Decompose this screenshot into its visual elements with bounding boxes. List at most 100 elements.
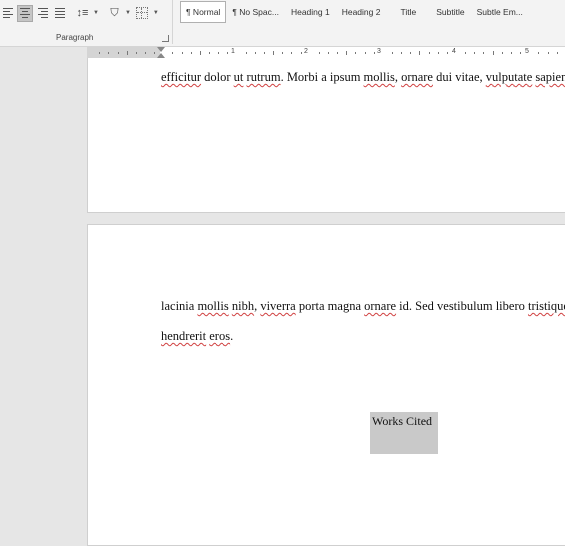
ruler-tick [556,52,558,54]
dialog-launcher-icon[interactable] [162,35,169,42]
ruler-number-4: 4 [452,48,456,55]
ruler-number-1: 1 [231,48,235,55]
ruler-tick [172,52,174,54]
ruler-tick [181,52,183,54]
ribbon: ↕≡ ▼ ⛉ ▼ ▼ Paragraph ¶ Normal ¶ No Spac.… [0,0,565,47]
ruler-tick [199,51,201,55]
align-center-icon [20,8,30,18]
borders-button[interactable] [135,5,150,21]
ruler-tick [465,52,467,54]
ruler-tick [373,52,375,54]
text-run: efficitur [161,70,202,84]
style-no-spacing[interactable]: ¶ No Spac... [226,1,285,23]
ruler-left-margin [87,47,160,58]
text-run: dolor [201,70,234,84]
ruler-tick [355,52,357,54]
line-spacing-dropdown-icon[interactable]: ▼ [93,10,99,16]
text-run: ornare [364,299,397,313]
ruler-tick [99,52,101,54]
ruler-tick [364,52,366,54]
page1-text-line-1: efficitur dolor ut rutrum. Morbi a ipsum… [161,70,565,85]
ruler-tick [273,51,274,55]
ruler-tick [209,52,210,54]
align-right-button[interactable] [35,5,50,21]
document-page-2[interactable]: lacinia mollis nibh, viverra porta magna… [87,224,565,546]
ruler-tick [154,52,155,54]
align-left-icon [2,8,13,18]
ruler-tick [144,52,146,54]
ruler-tick [501,52,503,54]
style-heading-1[interactable]: Heading 1 [285,1,336,23]
shading-button[interactable]: ⛉ [107,5,122,21]
line-spacing-button[interactable]: ↕≡ [75,5,90,21]
text-run: rutrum [246,70,281,84]
paragraph-toolbar: ↕≡ ▼ ⛉ ▼ ▼ [0,3,163,23]
ruler-tick [291,52,293,54]
align-left-button[interactable] [0,5,15,21]
ruler-tick [282,52,284,54]
style-subtle-emphasis[interactable]: Subtle Em... [471,1,529,23]
ruler-tick [218,52,220,54]
ruler-tick [547,52,549,54]
shading-dropdown-icon[interactable]: ▼ [125,10,131,16]
first-line-indent-marker[interactable] [157,47,165,52]
text-run: lacinia [161,299,198,313]
ruler-tick [327,52,329,54]
ruler-tick [108,52,110,54]
ruler-tick [483,52,485,54]
text-run: vulputate [485,70,533,84]
align-center-button[interactable] [17,4,33,22]
text-run: id. Sed vestibulum libero [396,299,528,313]
borders-dropdown-icon[interactable]: ▼ [153,10,159,16]
text-run: porta magna [295,299,365,313]
ruler-tick [510,52,512,54]
ruler-tick [126,51,128,55]
styles-gallery: ¶ Normal ¶ No Spac... Heading 1 Heading … [180,0,529,24]
style-title[interactable]: Title [386,1,430,23]
works-cited-heading[interactable]: Works Cited [370,412,438,454]
ruler-tick [520,52,522,54]
ruler-tick [401,52,403,54]
ruler-tick [135,52,137,54]
ruler-tick [428,52,430,54]
ruler-tick [391,52,393,54]
ruler-tick [446,52,448,54]
text-run: mollis [197,299,229,313]
ruler-tick [190,52,192,54]
style-heading-2[interactable]: Heading 2 [336,1,387,23]
text-run: hendrerit [161,329,207,343]
ruler-tick [117,52,119,54]
text-run: . Morbi a ipsum [280,70,364,84]
page2-text-line-2: hendrerit eros. [161,329,233,344]
ruler-tick [410,52,412,54]
justify-button[interactable] [52,5,67,21]
style-normal[interactable]: ¶ Normal [180,1,227,23]
line-spacing-icon: ↕≡ [76,6,89,19]
style-subtitle[interactable]: Subtitle [430,1,470,23]
text-run: tristique [527,299,565,313]
align-right-icon [37,8,48,18]
ruler-tick [300,52,302,54]
shading-icon: ⛉ [110,6,119,19]
ruler-number-3: 3 [377,48,381,55]
document-page-1[interactable]: efficitur dolor ut rutrum. Morbi a ipsum… [87,58,565,213]
ruler-tick [492,51,494,55]
text-run: ornare [401,70,433,84]
text-run: . [230,329,234,343]
ruler-tick [337,52,339,54]
page2-text-line-1: lacinia mollis nibh, viverra porta magna… [161,299,565,314]
justify-icon [54,8,65,18]
ruler-number-2: 2 [304,48,308,55]
text-run: viverra [260,299,296,313]
text-run: eros [209,329,231,343]
ruler-tick [437,52,439,54]
ruler-tick [263,52,265,54]
text-run: dui vitae, [432,70,486,84]
borders-icon [136,7,149,19]
ruler-tick [419,51,421,55]
ruler-tick [346,51,348,55]
group-separator [172,0,173,44]
ruler-tick [227,52,229,54]
ruler-tick [254,52,256,54]
ruler-tick [538,52,540,54]
